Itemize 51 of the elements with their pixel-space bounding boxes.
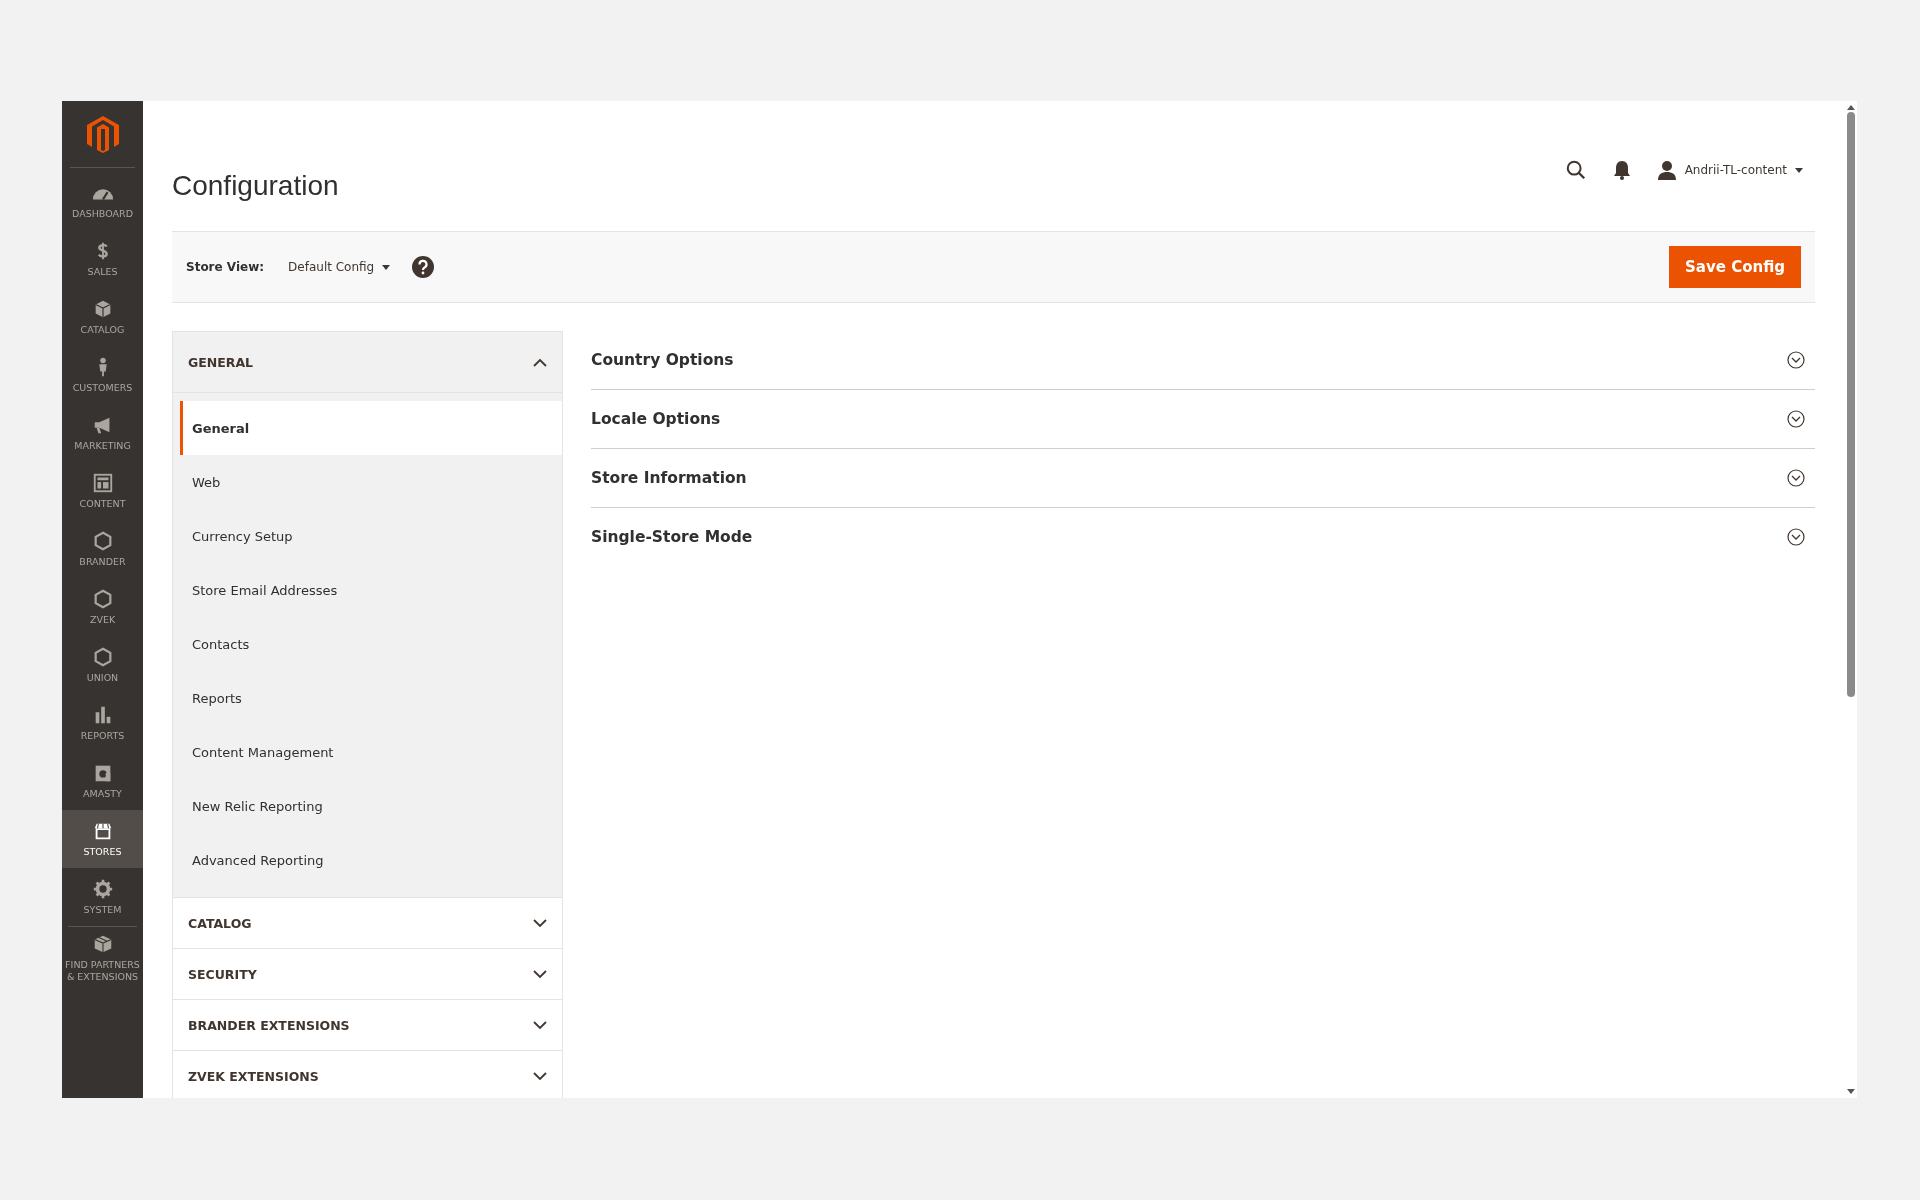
sidebar-item[interactable]: BRANDER — [62, 520, 143, 578]
sidebar-item[interactable]: CATALOG — [62, 288, 143, 346]
nav-item[interactable]: Advanced Reporting — [180, 833, 562, 887]
caret-icon — [1795, 167, 1803, 173]
sidebar-item[interactable]: CONTENT — [62, 462, 143, 520]
nav-item[interactable]: Web — [180, 455, 562, 509]
sidebar-item[interactable]: STORES — [62, 810, 143, 868]
sidebar-item[interactable]: SALES — [62, 230, 143, 288]
chevron-down-icon — [533, 1020, 547, 1030]
sidebar-item[interactable]: FIND PARTNERS & EXTENSIONS — [68, 926, 137, 983]
nav-item[interactable]: Reports — [180, 671, 562, 725]
nav-item[interactable]: Contacts — [180, 617, 562, 671]
section-header[interactable]: Locale Options — [591, 390, 1815, 449]
caret-icon — [382, 264, 391, 270]
search-icon[interactable] — [1564, 159, 1587, 181]
gear-icon — [91, 878, 114, 900]
sidebar-item[interactable]: UNION — [62, 636, 143, 694]
save-config-button[interactable]: Save Config — [1669, 246, 1801, 288]
chevron-circle-down-icon — [1787, 351, 1805, 369]
chevron-circle-down-icon — [1787, 469, 1805, 487]
section-header[interactable]: Store Information — [591, 449, 1815, 508]
sidebar-item[interactable]: DASHBOARD — [62, 172, 143, 230]
sidebar-item[interactable]: ZVEK — [62, 578, 143, 636]
layout-icon — [91, 472, 114, 494]
nav-item[interactable]: Currency Setup — [180, 509, 562, 563]
sidebar-item[interactable]: MARKETING — [62, 404, 143, 462]
nav-item[interactable]: Store Email Addresses — [180, 563, 562, 617]
nav-item[interactable]: General — [180, 401, 562, 455]
chevron-down-icon — [533, 1071, 547, 1081]
store-view-dropdown[interactable]: Default Config — [288, 260, 391, 274]
help-icon[interactable] — [412, 256, 435, 278]
page-title: Configuration — [172, 169, 339, 202]
sidebar-item[interactable]: AMASTY — [62, 752, 143, 810]
bell-icon[interactable] — [1612, 160, 1631, 180]
chevron-down-icon — [533, 918, 547, 928]
chevron-circle-down-icon — [1787, 528, 1805, 546]
section-header[interactable]: Single-Store Mode — [591, 508, 1815, 567]
chevron-down-icon — [533, 969, 547, 979]
store-view-label: Store View: — [186, 260, 265, 274]
logo-icon[interactable] — [85, 115, 120, 153]
sidebar-item[interactable]: SYSTEM — [62, 868, 143, 926]
sidebar-item[interactable]: CUSTOMERS — [62, 346, 143, 404]
user-menu[interactable]: Andrii-TL-content — [1656, 160, 1803, 180]
nav-item[interactable]: New Relic Reporting — [180, 779, 562, 833]
sidebar-item[interactable]: REPORTS — [62, 694, 143, 752]
nav-group-header[interactable]: GENERAL — [173, 332, 562, 393]
user-icon — [1656, 160, 1677, 180]
chevron-circle-down-icon — [1787, 410, 1805, 428]
chevron-up-icon — [533, 357, 547, 367]
nav-item[interactable]: Content Management — [180, 725, 562, 779]
section-header[interactable]: Country Options — [591, 331, 1815, 390]
